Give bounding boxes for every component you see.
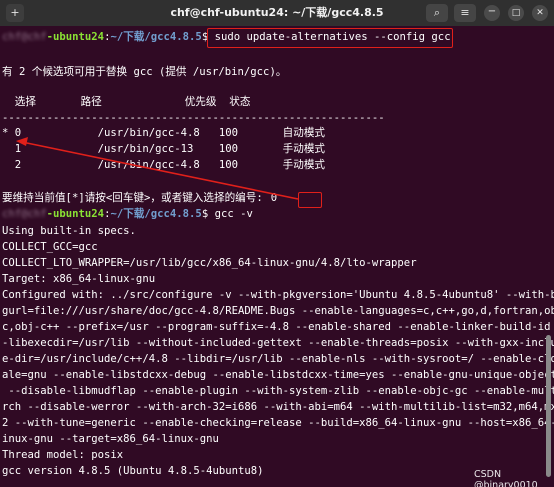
scrollbar[interactable] xyxy=(546,335,551,477)
annotation-arrow-icon xyxy=(16,137,299,200)
watermark: CSDN @binary0010 xyxy=(474,469,538,487)
terminal-window: chf@chf-ubuntu24: ~/下载/gcc4.8.5 + ⌕ ≡ − … xyxy=(0,0,554,487)
